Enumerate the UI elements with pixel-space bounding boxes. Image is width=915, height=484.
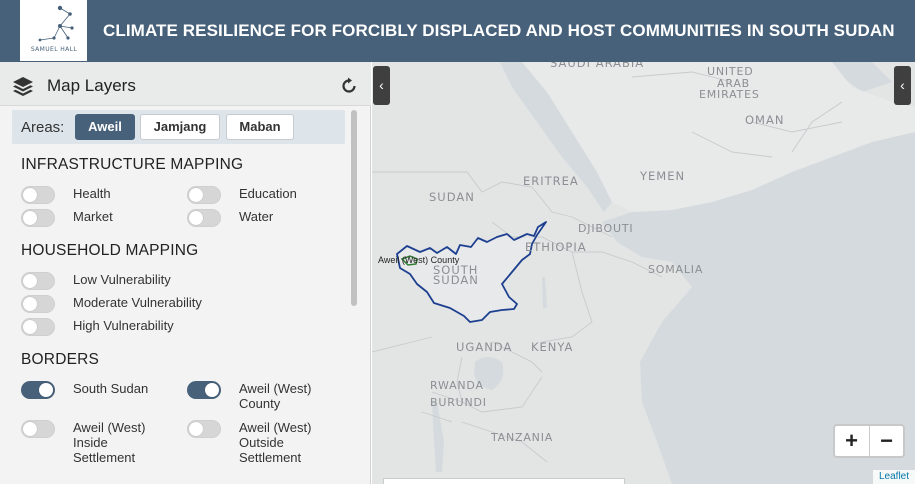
section-title-household: HOUSEHOLD MAPPING bbox=[21, 242, 199, 259]
panel-title: Map Layers bbox=[47, 76, 136, 95]
right-panel-toggle-button[interactable]: ‹ bbox=[894, 66, 911, 105]
layers-icon bbox=[12, 76, 34, 101]
reset-icon[interactable] bbox=[340, 77, 358, 100]
toggle-south-sudan[interactable] bbox=[21, 381, 55, 399]
map-label-ethiopia: ETHIOPIA bbox=[525, 240, 587, 254]
sidebar-collapse-button[interactable]: ‹ bbox=[373, 66, 390, 105]
logo-text: SAMUEL HALL bbox=[30, 46, 78, 53]
toggle-market[interactable] bbox=[21, 209, 55, 227]
map-label-yemen: YEMEN bbox=[640, 169, 686, 183]
map-label-kenya: KENYA bbox=[531, 340, 574, 354]
map-label-rwanda: RWANDA bbox=[430, 379, 484, 392]
map-label-saudi-arabia: SAUDI ARABIA bbox=[550, 62, 645, 70]
toggle-health[interactable] bbox=[21, 186, 55, 204]
toggle-label-education: Education bbox=[239, 186, 297, 201]
chevron-left-icon: ‹ bbox=[379, 77, 384, 93]
map-view[interactable]: SAUDI ARABIA UNITED ARAB EMIRATES OMAN E… bbox=[372, 62, 915, 484]
zoom-control: + − bbox=[833, 424, 905, 458]
chevron-left-icon: ‹ bbox=[900, 77, 905, 93]
toggle-label-aweil-west-county: Aweil (West) County bbox=[239, 381, 312, 411]
toggle-high-vulnerability[interactable] bbox=[21, 318, 55, 336]
toggle-label-aweil-west-outside-settlement: Aweil (West) Outside Settlement bbox=[239, 420, 312, 465]
toggle-education[interactable] bbox=[187, 186, 221, 204]
map-label-south-sudan-2: SUDAN bbox=[433, 273, 479, 287]
toggle-label-low-vulnerability: Low Vulnerability bbox=[73, 272, 171, 287]
map-label-burundi: BURUNDI bbox=[430, 396, 487, 409]
toggle-label-health: Health bbox=[73, 186, 111, 201]
section-title-borders: BORDERS bbox=[21, 351, 100, 368]
section-title-infrastructure: INFRASTRUCTURE MAPPING bbox=[21, 156, 244, 173]
toggle-label-aweil-west-inside-settlement: Aweil (West) Inside Settlement bbox=[73, 420, 146, 465]
toggle-label-market: Market bbox=[73, 209, 113, 224]
toggle-low-vulnerability[interactable] bbox=[21, 272, 55, 290]
toggle-label-high-vulnerability: High Vulnerability bbox=[73, 318, 174, 333]
toggle-aweil-west-outside-settlement[interactable] bbox=[187, 420, 221, 438]
area-button-maban[interactable]: Maban bbox=[226, 114, 294, 140]
toggle-label-moderate-vulnerability: Moderate Vulnerability bbox=[73, 295, 202, 310]
toggle-label-water: Water bbox=[239, 209, 274, 224]
area-button-jamjang[interactable]: Jamjang bbox=[140, 114, 220, 140]
map-label-uae-3: EMIRATES bbox=[699, 88, 760, 101]
toggle-label-south-sudan: South Sudan bbox=[73, 381, 149, 396]
panel-header: Map Layers bbox=[0, 62, 371, 106]
toggle-aweil-west-county[interactable] bbox=[187, 381, 221, 399]
leaflet-attribution-link[interactable]: Leaflet bbox=[873, 470, 915, 484]
toggle-moderate-vulnerability[interactable] bbox=[21, 295, 55, 313]
map-layers-panel: Map Layers Areas: Aweil Jamjang Maban IN… bbox=[0, 62, 371, 484]
app-header: SAMUEL HALL CLIMATE RESILIENCE FOR FORCI… bbox=[0, 0, 915, 62]
area-button-aweil[interactable]: Aweil bbox=[75, 114, 135, 140]
zoom-in-button[interactable]: + bbox=[835, 426, 868, 456]
map-label-uganda: UGANDA bbox=[456, 340, 513, 354]
zoom-out-button[interactable]: − bbox=[870, 426, 903, 456]
samuel-hall-logo: SAMUEL HALL bbox=[20, 0, 87, 61]
areas-label: Areas: bbox=[21, 119, 65, 136]
scrollbar-thumb[interactable] bbox=[351, 110, 357, 306]
map-label-tanzania: TANZANIA bbox=[491, 431, 554, 444]
map-label-eritrea: ERITREA bbox=[523, 174, 579, 188]
toggle-aweil-west-inside-settlement[interactable] bbox=[21, 420, 55, 438]
map-label-djibouti: DJIBOUTI bbox=[578, 222, 634, 235]
toggle-water[interactable] bbox=[187, 209, 221, 227]
map-label-somalia: SOMALIA bbox=[648, 263, 704, 276]
map-label-sudan: SUDAN bbox=[429, 190, 475, 204]
page-title: CLIMATE RESILIENCE FOR FORCIBLY DISPLACE… bbox=[103, 21, 895, 40]
map-bottom-box bbox=[383, 478, 625, 484]
area-selector: Areas: Aweil Jamjang Maban bbox=[12, 110, 345, 144]
county-label-aweil-west: Aweil (West) County bbox=[378, 255, 460, 265]
map-label-oman: OMAN bbox=[745, 113, 785, 127]
